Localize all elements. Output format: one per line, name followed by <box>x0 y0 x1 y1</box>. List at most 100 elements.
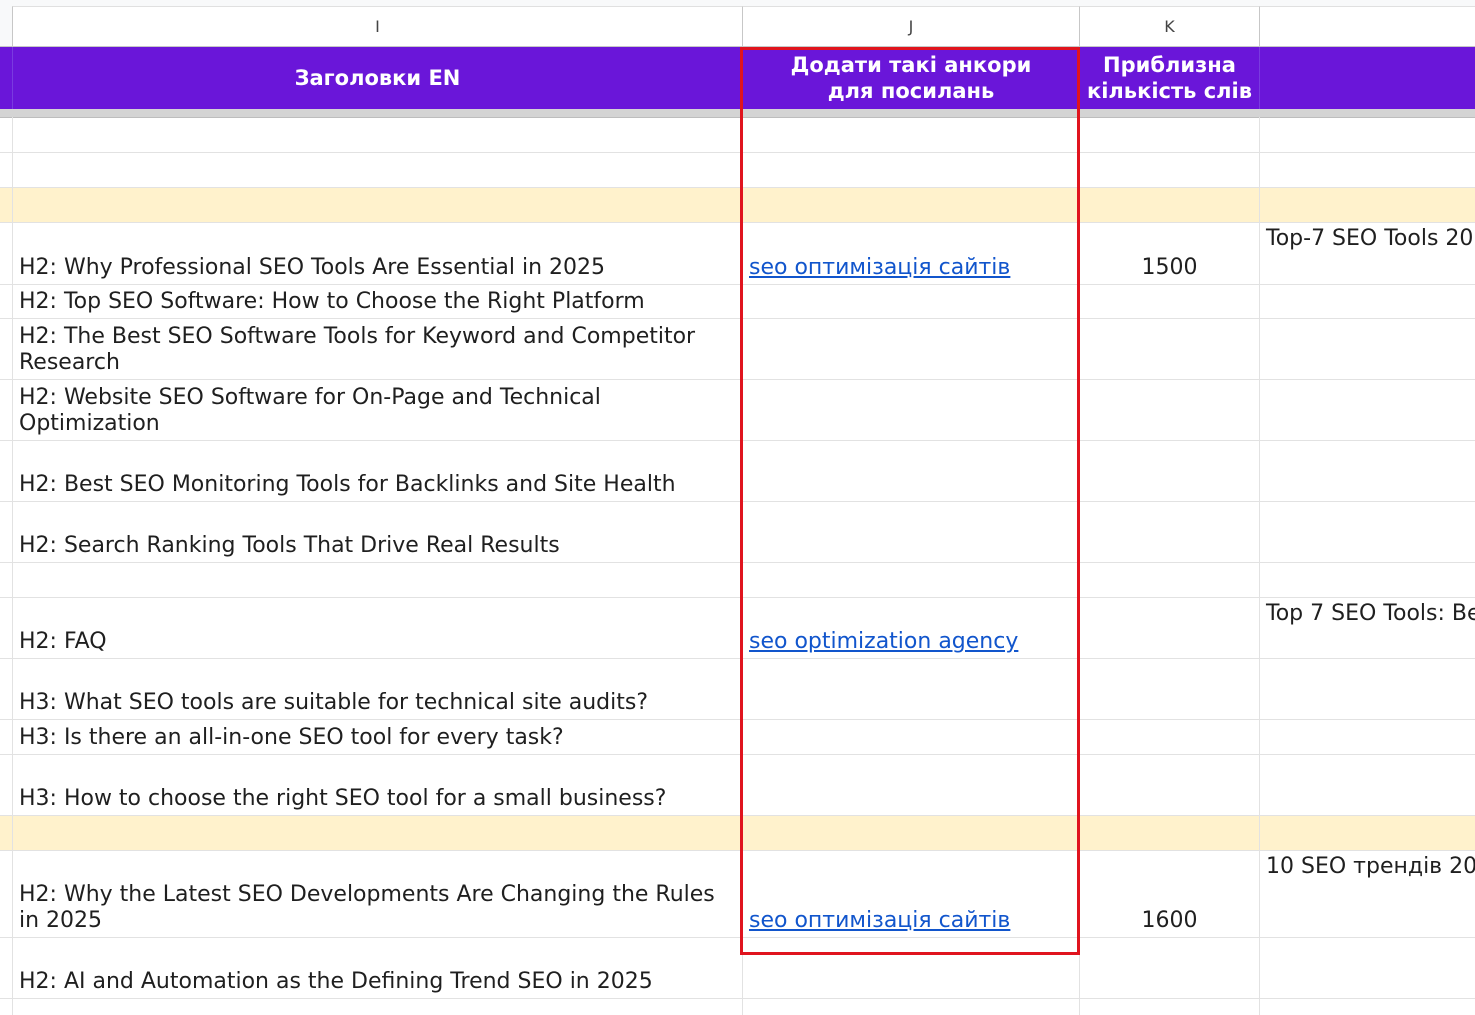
cell-j[interactable] <box>742 999 1079 1015</box>
cell-j[interactable] <box>742 502 1079 562</box>
column-header-j[interactable]: J <box>742 6 1079 46</box>
header-cell-headings-en[interactable]: Заголовки EN <box>12 47 742 109</box>
table-row <box>0 153 1475 188</box>
cell-i[interactable]: H3: How to choose the right SEO tool for… <box>12 755 742 815</box>
cell-i[interactable] <box>12 188 742 222</box>
cell-i[interactable] <box>12 816 742 850</box>
cell-j[interactable] <box>742 117 1079 152</box>
cell-l[interactable] <box>1259 188 1475 222</box>
cell-j[interactable] <box>742 188 1079 222</box>
cell-l[interactable] <box>1259 720 1475 754</box>
cell-l[interactable] <box>1259 441 1475 501</box>
column-letter: I <box>375 17 380 36</box>
table-row: H3: Is there an all-in-one SEO tool for … <box>0 720 1475 755</box>
cell-j[interactable] <box>742 659 1079 719</box>
anchor-link[interactable]: seo оптимізація сайтів <box>749 255 1010 281</box>
table-row: H2: Smarter Content Strategies: SEO Tren… <box>0 999 1475 1015</box>
cell-i[interactable]: H2: Top SEO Software: How to Choose the … <box>12 285 742 318</box>
cell-l[interactable] <box>1259 563 1475 597</box>
cell-i[interactable]: H3: What SEO tools are suitable for tech… <box>12 659 742 719</box>
cell-i[interactable]: H2: Search Ranking Tools That Drive Real… <box>12 502 742 562</box>
cell-j[interactable] <box>742 563 1079 597</box>
cell-l[interactable] <box>1259 816 1475 850</box>
cell-l[interactable] <box>1259 153 1475 187</box>
cell-l[interactable]: Top 7 SEO Tools: Be Professional Tools | <box>1259 598 1475 658</box>
cell-l[interactable] <box>1259 755 1475 815</box>
table-row: H2: Website SEO Software for On-Page and… <box>0 380 1475 441</box>
cell-l[interactable] <box>1259 380 1475 440</box>
cell-i[interactable] <box>12 117 742 152</box>
table-row: H2: Top SEO Software: How to Choose the … <box>0 285 1475 319</box>
cell-k[interactable] <box>1079 502 1259 562</box>
cell-k[interactable] <box>1079 598 1259 658</box>
cell-l[interactable]: 10 SEO трендів 202 рейтингу пошуков <box>1259 851 1475 937</box>
anchor-link[interactable]: seo оптимізація сайтів <box>749 908 1010 934</box>
cell-i[interactable]: H2: AI and Automation as the Defining Tr… <box>12 938 742 998</box>
cell-l[interactable] <box>1259 659 1475 719</box>
cell-k[interactable] <box>1079 380 1259 440</box>
section-band-row <box>0 188 1475 223</box>
anchor-link[interactable]: seo optimization agency <box>749 629 1018 655</box>
cell-k[interactable] <box>1079 563 1259 597</box>
cell-k[interactable]: 1500 <box>1079 223 1259 284</box>
cell-i[interactable]: H2: Why the Latest SEO Developments Are … <box>12 851 742 937</box>
cell-j[interactable] <box>742 755 1079 815</box>
header-cell-word-count[interactable]: Приблизна кількість слів <box>1079 47 1259 109</box>
cell-i[interactable]: H2: FAQ <box>12 598 742 658</box>
heading-text: H3: What SEO tools are suitable for tech… <box>19 690 649 715</box>
cell-j[interactable] <box>742 319 1079 379</box>
cell-l[interactable] <box>1259 999 1475 1015</box>
cell-j[interactable]: seo оптимізація сайтів <box>742 223 1079 284</box>
cell-j[interactable] <box>742 153 1079 187</box>
heading-text: H3: Is there an all-in-one SEO tool for … <box>19 725 564 750</box>
cell-j[interactable] <box>742 441 1079 501</box>
cell-k[interactable]: 1600 <box>1079 851 1259 937</box>
heading-text: H2: Search Ranking Tools That Drive Real… <box>19 533 560 558</box>
header-label: Приблизна кількість слів <box>1086 53 1253 103</box>
cell-k[interactable] <box>1079 285 1259 318</box>
cell-l[interactable] <box>1259 117 1475 152</box>
cell-l[interactable] <box>1259 285 1475 318</box>
column-header-k[interactable]: K <box>1079 6 1259 46</box>
cell-i[interactable]: H2: Smarter Content Strategies: SEO Tren… <box>12 999 742 1015</box>
column-header-i[interactable]: I <box>12 6 742 46</box>
column-header-bar: I J K <box>0 0 1475 47</box>
cell-k[interactable] <box>1079 153 1259 187</box>
cell-i[interactable] <box>12 563 742 597</box>
cell-k[interactable] <box>1079 816 1259 850</box>
cell-l[interactable] <box>1259 319 1475 379</box>
cell-j[interactable] <box>742 380 1079 440</box>
cell-j[interactable]: seo оптимізація сайтів <box>742 851 1079 937</box>
cell-j[interactable] <box>742 816 1079 850</box>
cell-l[interactable] <box>1259 938 1475 998</box>
column-header-l[interactable] <box>1259 6 1475 46</box>
heading-text: H2: Why the Latest SEO Developments Are … <box>19 882 722 933</box>
cell-k[interactable] <box>1079 755 1259 815</box>
cell-i[interactable] <box>12 153 742 187</box>
cell-k[interactable] <box>1079 659 1259 719</box>
cell-j[interactable] <box>742 720 1079 754</box>
cell-j[interactable]: seo optimization agency <box>742 598 1079 658</box>
cell-j[interactable] <box>742 938 1079 998</box>
cell-k[interactable] <box>1079 720 1259 754</box>
cell-k[interactable] <box>1079 188 1259 222</box>
cell-i[interactable]: H2: The Best SEO Software Tools for Keyw… <box>12 319 742 379</box>
heading-text: H2: Top SEO Software: How to Choose the … <box>19 289 645 314</box>
title-text: Top-7 SEO Tools 20 інструменти | UPCo <box>1266 226 1475 251</box>
cell-l[interactable] <box>1259 502 1475 562</box>
table-row: H2: AI and Automation as the Defining Tr… <box>0 938 1475 999</box>
cell-k[interactable] <box>1079 938 1259 998</box>
header-cell-anchors[interactable]: Додати такі анкори для посилань <box>742 47 1079 109</box>
cell-k[interactable] <box>1079 441 1259 501</box>
cell-k[interactable] <box>1079 319 1259 379</box>
cell-j[interactable] <box>742 285 1079 318</box>
cell-i[interactable]: H3: Is there an all-in-one SEO tool for … <box>12 720 742 754</box>
cell-i[interactable]: H2: Why Professional SEO Tools Are Essen… <box>12 223 742 284</box>
cell-i[interactable]: H2: Website SEO Software for On-Page and… <box>12 380 742 440</box>
header-cell-l[interactable] <box>1259 47 1475 109</box>
title-text: Top 7 SEO Tools: Be Professional Tools | <box>1266 601 1475 626</box>
cell-l[interactable]: Top-7 SEO Tools 20 інструменти | UPCo <box>1259 223 1475 284</box>
cell-k[interactable] <box>1079 999 1259 1015</box>
cell-i[interactable]: H2: Best SEO Monitoring Tools for Backli… <box>12 441 742 501</box>
cell-k[interactable] <box>1079 117 1259 152</box>
